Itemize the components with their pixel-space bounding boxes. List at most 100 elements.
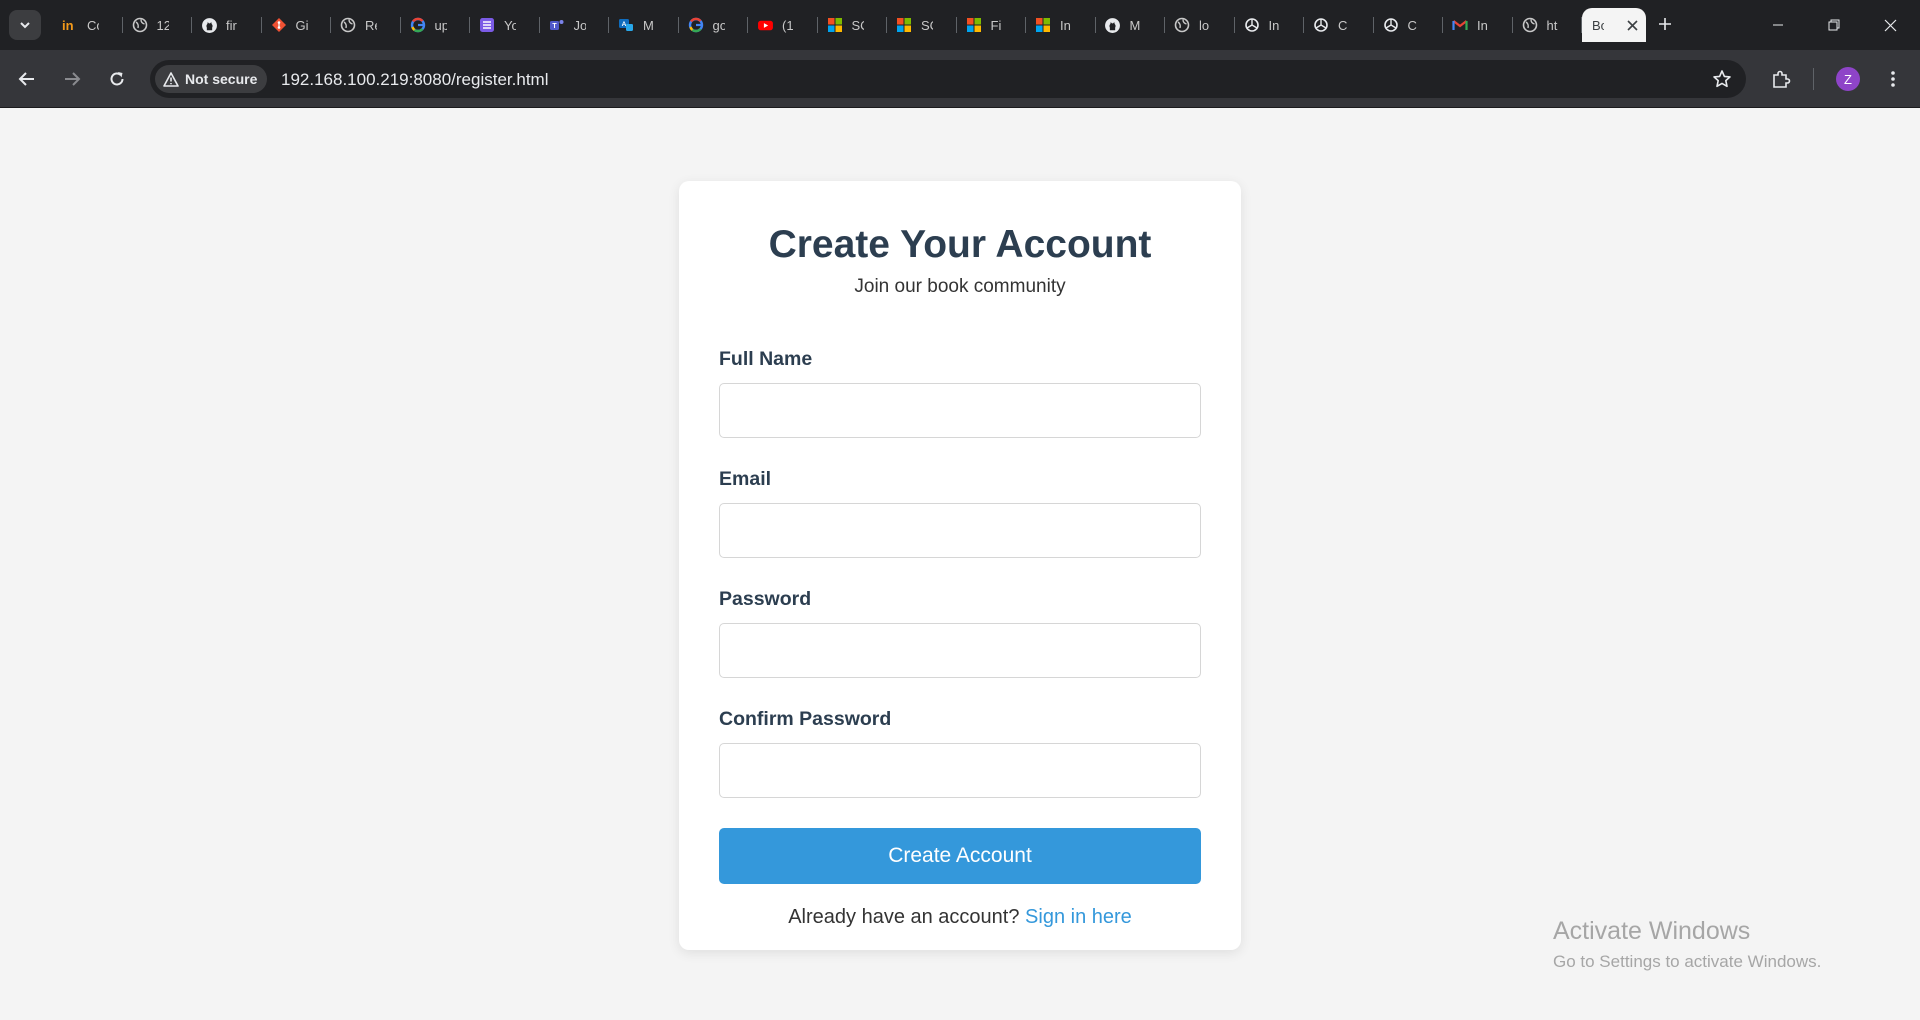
tab-title: ht [1546,17,1558,33]
browser-tab[interactable]: in Co [53,8,123,42]
signin-link[interactable]: Sign in here [1025,906,1132,928]
in-logo-icon: in [61,16,79,34]
browser-tab[interactable]: lo [1165,8,1235,42]
microsoft-icon [1034,16,1052,34]
close-icon [1884,19,1896,31]
tab-title: Co [87,17,99,33]
tab-title: C [1338,17,1348,33]
svg-text:T: T [552,23,557,30]
tab-title: lo [1199,17,1210,33]
email-group: Email [719,468,1201,558]
github-icon [200,16,218,34]
windows-activation-watermark: Activate Windows Go to Settings to activ… [1553,917,1821,972]
confirm-password-input[interactable] [719,743,1201,798]
browser-tab[interactable]: T Jo [540,8,610,42]
browser-tab[interactable]: Re [331,8,401,42]
browser-tab[interactable]: In [1443,8,1513,42]
back-button[interactable] [10,62,44,96]
close-window-button[interactable] [1862,0,1918,50]
browser-tab[interactable]: SC [887,8,957,42]
extensions-button[interactable] [1764,62,1798,96]
password-input[interactable] [719,623,1201,678]
email-input[interactable] [719,503,1201,558]
plus-icon [1659,18,1671,30]
minimize-button[interactable] [1750,0,1806,50]
new-tab-button[interactable] [1651,10,1679,38]
tab-title: C [1407,17,1417,33]
openai-icon [1382,16,1400,34]
tab-strip: inCo12firGiReupYoTJoAMgo(1SCSCFiInMloInC… [0,0,1920,50]
browser-tab[interactable]: In [1235,8,1305,42]
globe-icon [339,16,357,34]
restore-button[interactable] [1806,0,1862,50]
svg-text:in: in [62,18,74,33]
url-text: 192.168.100.219:8080/register.html [281,70,549,89]
more-vertical-icon [1891,71,1895,87]
tab-title: Yo [504,17,516,33]
browser-tab[interactable]: AM [609,8,679,42]
tab-title: Gi [295,17,308,33]
confirm-password-group: Confirm Password [719,708,1201,798]
address-bar[interactable]: Not secure 192.168.100.219:8080/register… [150,60,1746,98]
reload-icon [110,72,124,86]
browser-tab[interactable]: In [1026,8,1096,42]
tab-title: Fi [990,17,1002,33]
tab-title: SC [851,17,864,33]
browser-menu-button[interactable] [1876,62,1910,96]
tab-close-button[interactable] [1624,17,1640,33]
toolbar-divider [1813,68,1814,90]
bookmark-star-icon[interactable] [1712,69,1732,89]
tab-title: Jo [573,17,586,33]
microsoft-icon [965,16,983,34]
tab-title: M [643,17,654,33]
microsoft-icon [826,16,844,34]
tab-title: fir [226,17,237,33]
avatar: Z [1836,67,1860,91]
confirm-password-label: Confirm Password [719,708,892,730]
minimize-icon [1773,24,1783,26]
forward-button[interactable] [55,62,89,96]
profile-button[interactable]: Z [1831,62,1865,96]
arrow-left-icon [18,72,34,86]
email-label: Email [719,468,772,490]
active-browser-tab[interactable]: Bo [1582,8,1646,42]
tab-title: go [712,17,725,33]
signin-prompt: Already have an account? [788,906,1020,928]
browser-tab[interactable]: SC [818,8,888,42]
full-name-input[interactable] [719,383,1201,438]
page-subtitle: Join our book community [854,276,1066,297]
svg-text:A: A [622,21,627,28]
google-icon [409,16,427,34]
browser-tab[interactable]: go [679,8,749,42]
tab-title: In [1477,17,1488,33]
browser-tab[interactable]: C [1304,8,1374,42]
chevron-down-icon [20,22,30,29]
tab-title: Re [365,17,377,33]
browser-tab[interactable]: (1 [748,8,818,42]
tab-title: In [1060,17,1071,33]
full-name-group: Full Name [719,348,1201,438]
restore-icon [1828,19,1840,31]
browser-tab[interactable]: Yo [470,8,540,42]
reload-button[interactable] [100,62,134,96]
browser-tab[interactable]: ht [1513,8,1583,42]
browser-tab[interactable]: M [1096,8,1166,42]
browser-toolbar: Not secure 192.168.100.219:8080/register… [0,50,1920,108]
security-chip[interactable]: Not secure [155,65,268,93]
tab-search-button[interactable] [9,10,41,40]
tab-title: In [1268,17,1280,33]
tab-title: (1 [782,17,794,33]
openai-icon [1243,16,1261,34]
create-account-button[interactable]: Create Account [719,828,1201,884]
translator-icon: A [617,16,635,34]
browser-tab[interactable]: 12 [123,8,193,42]
browser-tab[interactable]: fir [192,8,262,42]
tab-title: 12 [156,17,169,33]
password-label: Password [719,588,812,610]
browser-tab[interactable]: Gi [262,8,332,42]
browser-tab[interactable]: C [1374,8,1444,42]
browser-tab[interactable]: Fi [957,8,1027,42]
signin-row: Already have an account? Sign in here [719,906,1201,929]
globe-icon [131,16,149,34]
browser-tab[interactable]: up [401,8,471,42]
